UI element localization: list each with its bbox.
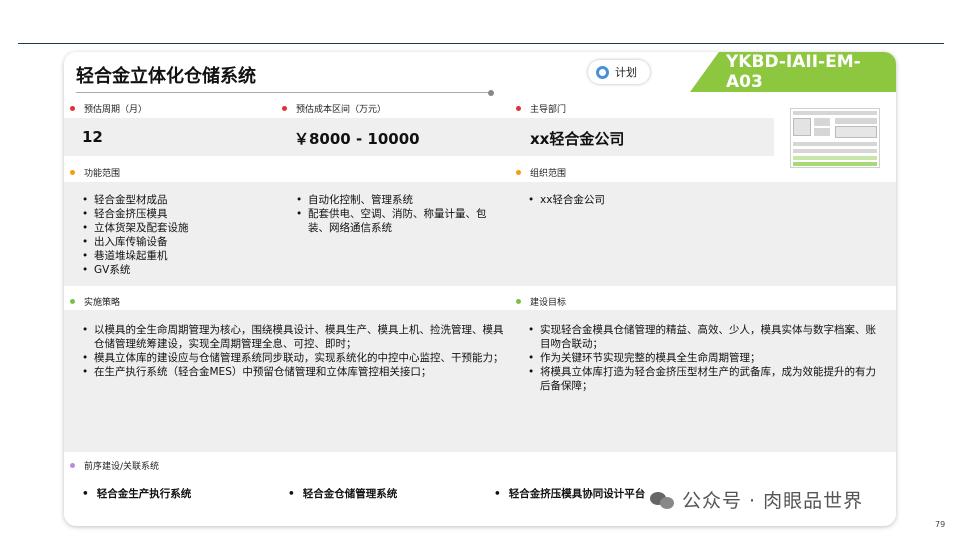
top-rule <box>18 43 944 44</box>
list-item: 实现轻合金模具仓储管理的精益、高效、少人，模具实体与数字档案、账目吻合联动； <box>526 323 876 351</box>
watermark-text: 公众号 · 肉眼品世界 <box>682 490 864 512</box>
related-label: 前序建设/关联系统 <box>84 462 160 472</box>
list-item: 轻合金型材成品 <box>80 193 280 207</box>
department-label: 主导部门 <box>530 105 567 115</box>
page-title: 轻合金立体化仓储系统 <box>76 66 256 87</box>
list-item: 巷道堆垛起重机 <box>80 249 280 263</box>
cost-label: 预估成本区间（万元） <box>296 105 387 115</box>
bullet-dot <box>516 106 521 111</box>
function-scope-list-2: 自动化控制、管理系统 配套供电、空调、消防、称量计量、包装、网络通信系统 <box>294 193 502 235</box>
bullet-dot <box>70 299 75 304</box>
project-code: YKBD-IAII-EM-A03 <box>726 52 861 92</box>
list-item: 自动化控制、管理系统 <box>294 193 502 207</box>
period-value: 12 <box>82 128 103 146</box>
related-item: 轻合金挤压模具协同设计平台 <box>494 486 646 501</box>
list-item: xx轻合金公司 <box>526 193 866 207</box>
org-scope-label: 组织范围 <box>530 169 567 179</box>
title-underline-dot <box>488 90 494 96</box>
status-pill[interactable]: 计划 <box>588 60 650 84</box>
bullet-dot <box>282 106 287 111</box>
strategy-label: 实施策略 <box>84 298 121 308</box>
strategy-label-wrap: 实施策略 <box>70 295 120 308</box>
bullet-dot <box>70 463 75 468</box>
org-scope-list: xx轻合金公司 <box>526 193 866 207</box>
period-label: 预估周期（月） <box>84 105 148 115</box>
page-number: 79 <box>935 520 946 529</box>
list-item: GV系统 <box>80 263 280 277</box>
status-label: 计划 <box>615 66 637 79</box>
goals-label-wrap: 建设目标 <box>516 295 566 308</box>
function-scope-label-wrap: 功能范围 <box>70 166 120 179</box>
project-code-banner: YKBD-IAII-EM-A03 <box>690 52 896 92</box>
list-item: 将模具立体库打造为轻合金挤压型材生产的武备库，成为效能提升的有力后备保障； <box>526 365 876 393</box>
department-value: xx轻合金公司 <box>530 130 625 148</box>
list-item: 配套供电、空调、消防、称量计量、包装、网络通信系统 <box>294 207 502 235</box>
list-item: 出入库传输设备 <box>80 235 280 249</box>
related-item: 轻合金仓储管理系统 <box>288 486 398 501</box>
list-item: 作为关键环节实现完整的模具全生命周期管理； <box>526 351 876 365</box>
ring-icon <box>596 65 609 79</box>
period-label-wrap: 预估周期（月） <box>70 102 147 115</box>
bullet-dot <box>70 170 75 175</box>
function-scope-label: 功能范围 <box>84 169 121 179</box>
title-underline <box>76 92 492 93</box>
department-label-wrap: 主导部门 <box>516 102 566 115</box>
wechat-icon <box>650 490 676 510</box>
list-item: 在生产执行系统（轻合金MES）中预留仓储管理和立体库管控相关接口； <box>80 365 508 379</box>
org-scope-label-wrap: 组织范围 <box>516 166 566 179</box>
related-item: 轻合金生产执行系统 <box>82 486 192 501</box>
cost-value: ￥8000 - 10000 <box>294 130 420 148</box>
cost-label-wrap: 预估成本区间（万元） <box>282 102 386 115</box>
project-card: 轻合金立体化仓储系统 计划 YKBD-IAII-EM-A03 预估周期（月） 预… <box>64 52 896 526</box>
list-item: 以模具的全生命周期管理为核心，围绕模具设计、模具生产、模具上机、捡洗管理、模具仓… <box>80 323 508 351</box>
list-item: 模具立体库的建设应与仓储管理系统同步联动，实现系统化的中控中心监控、干预能力； <box>80 351 508 365</box>
goals-label: 建设目标 <box>530 298 567 308</box>
list-item: 立体货架及配套设施 <box>80 221 280 235</box>
bullet-dot <box>70 106 75 111</box>
related-label-wrap: 前序建设/关联系统 <box>70 459 159 472</box>
goals-list: 实现轻合金模具仓储管理的精益、高效、少人，模具实体与数字档案、账目吻合联动； 作… <box>526 323 876 393</box>
strategy-list: 以模具的全生命周期管理为核心，围绕模具设计、模具生产、模具上机、捡洗管理、模具仓… <box>80 323 508 379</box>
watermark: 公众号 · 肉眼品世界 <box>650 486 863 513</box>
system-diagram-thumbnail <box>790 108 880 168</box>
bullet-dot <box>516 170 521 175</box>
function-scope-list-1: 轻合金型材成品 轻合金挤压模具 立体货架及配套设施 出入库传输设备 巷道堆垛起重… <box>80 193 280 277</box>
bullet-dot <box>516 299 521 304</box>
list-item: 轻合金挤压模具 <box>80 207 280 221</box>
